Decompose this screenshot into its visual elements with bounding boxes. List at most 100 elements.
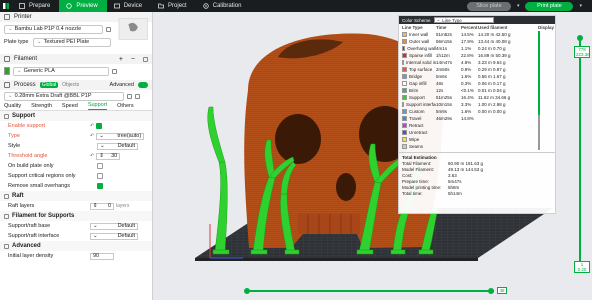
line-type-display-checkbox[interactable] (538, 101, 553, 108)
line-type-display-checkbox[interactable] (538, 73, 553, 80)
line-type-display-checkbox[interactable] (538, 66, 553, 73)
3d-viewport[interactable]: Color Scheme ⌄ Line Type Line Type Time … (153, 12, 592, 300)
line-type-row[interactable]: Retract (399, 122, 555, 129)
filament-settings-icon[interactable] (143, 56, 148, 62)
initial-density-input[interactable]: 90 (90, 252, 114, 260)
line-type-row[interactable]: Outer wall 56m15s 17.9% 13.44 m 40.08 g (399, 38, 555, 45)
line-type-row[interactable]: Brim 12s <0.1% 0.01 m 0.04 g (399, 87, 555, 94)
support-base-option: Support/raft base ⌄ Default (0, 221, 152, 231)
support-type-select[interactable]: ⌄ tree(auto) (96, 132, 145, 140)
line-type-row[interactable]: Travel 46m29s 14.8% (399, 115, 555, 122)
enable-support-checkbox[interactable] (96, 123, 103, 129)
process-preset-select[interactable]: ⌄ 0.28mm Extra Draft @BBL P1P (4, 91, 124, 101)
slice-dropdown-icon[interactable]: ▾ (517, 3, 520, 9)
tab-calibration[interactable]: Calibration (196, 0, 251, 12)
line-type-percent: 0.3% (461, 81, 472, 86)
line-type-display-checkbox[interactable] (538, 45, 553, 52)
line-type-name: Sparse infill (402, 53, 436, 58)
support-style-value: Default (117, 143, 135, 149)
line-type-display-checkbox[interactable] (538, 59, 553, 66)
line-type-display-checkbox[interactable] (538, 94, 553, 101)
line-type-display-checkbox[interactable] (538, 52, 553, 59)
line-type-row[interactable]: Gap infill 48s 0.3% 0.06 m 0.17 g (399, 80, 555, 87)
filament-select[interactable]: ⌄ Generic PLA (13, 66, 109, 76)
tab-preview[interactable]: Preview (59, 0, 107, 12)
line-type-display-checkbox[interactable] (538, 80, 553, 87)
add-filament-icon[interactable]: + (119, 56, 123, 63)
line-type-display-checkbox[interactable] (538, 143, 553, 150)
line-type-row[interactable]: Overhang wall 4m1s 1.1% 0.24 m 0.70 g (399, 45, 555, 52)
line-type-row[interactable]: Sparse infill 1h12m 22.8% 16.89 m 50.39 g (399, 52, 555, 59)
tab-quality[interactable]: Quality (4, 103, 21, 109)
support-base-value: Default (117, 223, 135, 229)
line-type-row[interactable]: Support 51m25s 16.4% 11.62 m 34.66 g (399, 94, 555, 101)
process-edit-icon[interactable] (135, 93, 140, 99)
line-type-display-checkbox[interactable] (538, 38, 553, 45)
filament-edit-icon[interactable] (112, 68, 117, 74)
color-scheme-rows: Inner wall 51m52s 14.5% 14.20 m 42.50 g Oute… (399, 31, 555, 150)
process-objects-toggle[interactable]: Objects (62, 82, 79, 88)
line-type-row[interactable]: Bridge 5m6s 1.6% 0.56 m 1.67 g (399, 73, 555, 80)
print-plate-button[interactable]: Print plate (525, 1, 574, 11)
reset-icon[interactable]: ↶ (90, 123, 94, 129)
layer-slider-top-handle[interactable] (577, 35, 583, 41)
line-type-row[interactable]: Top surface 2m50s 0.9% 0.29 m 0.87 g (399, 66, 555, 73)
plate-type-select[interactable]: ⌄ Textured PEI Plate (33, 37, 111, 47)
line-type-swatch (402, 74, 407, 79)
filament-color-swatch[interactable] (4, 67, 10, 75)
line-type-row[interactable]: Internal solid infill14m47s 4.8% 3.23 m 9.… (399, 59, 555, 66)
tab-project[interactable]: Project (151, 0, 196, 12)
spin-icon: ⇕ (99, 153, 104, 159)
critical-regions-checkbox[interactable] (97, 173, 103, 179)
on-build-plate-checkbox[interactable] (97, 163, 103, 169)
filament-supports-icon (4, 213, 9, 219)
support-style-select[interactable]: ⌄ Default (97, 142, 138, 150)
process-global-toggle[interactable]: Global (39, 82, 59, 88)
printer-select[interactable]: ⌄ Bambu Lab P1P 0.4 nozzle (4, 24, 103, 34)
line-type-row[interactable]: Unretract (399, 129, 555, 136)
print-dropdown-icon[interactable]: ▾ (579, 3, 582, 9)
line-type-display-checkbox[interactable] (538, 115, 553, 122)
reset-icon[interactable]: ↶ (90, 153, 94, 159)
line-type-row[interactable]: Inner wall 51m52s 14.5% 14.20 m 42.50 g (399, 31, 555, 38)
line-type-display-checkbox[interactable] (538, 122, 553, 129)
raft-layers-input[interactable]: ⇕ 0 (90, 202, 114, 210)
line-type-display-checkbox[interactable] (538, 108, 553, 115)
line-type-row[interactable]: Wipe (399, 136, 555, 143)
line-type-row[interactable]: Support interface10m15s 3.3% 1.00 m 2.98 g (399, 101, 555, 108)
line-type-row[interactable]: Custom 5m9s 1.6% 0.00 m 0.00 g (399, 108, 555, 115)
tab-prepare[interactable]: Prepare (12, 0, 59, 12)
line-type-display-checkbox[interactable] (538, 136, 553, 143)
line-type-display-checkbox[interactable] (538, 87, 553, 94)
move-slider[interactable] (244, 288, 494, 294)
slice-plate-button[interactable]: Slice plate (466, 1, 511, 11)
line-type-swatch (402, 137, 407, 142)
line-type-row[interactable]: Seams (399, 143, 555, 150)
tab-strength[interactable]: Strength (31, 103, 52, 109)
printer-settings-icon[interactable] (105, 26, 111, 32)
process-save-icon[interactable] (127, 93, 132, 99)
remove-overhangs-checkbox[interactable] (97, 183, 103, 189)
threshold-angle-input[interactable]: ⇕ 30 (96, 152, 121, 160)
line-type-name: Custom (402, 109, 436, 114)
move-slider-start-handle[interactable] (244, 288, 250, 294)
support-interface-option: Support/raft interface ⌄ Default (0, 231, 152, 241)
line-type-time: 14m47s (436, 60, 453, 65)
tab-support[interactable]: Support (87, 102, 108, 110)
support-base-select[interactable]: ⌄ Default (90, 222, 138, 230)
color-scheme-select[interactable]: ⌄ Line Type (433, 17, 494, 23)
support-type-option: Type ↶ ⌄ tree(auto) (0, 131, 152, 141)
layer-slider[interactable] (577, 35, 583, 272)
advanced-toggle[interactable] (138, 82, 148, 88)
support-interface-select[interactable]: ⌄ Default (90, 232, 138, 240)
line-type-display-checkbox[interactable] (538, 129, 553, 136)
reset-icon[interactable]: ↶ (90, 133, 94, 139)
line-type-percent: 14.5% (461, 32, 474, 37)
tab-speed[interactable]: Speed (62, 103, 78, 109)
line-type-display-checkbox[interactable] (538, 31, 553, 38)
tab-device[interactable]: Device (107, 0, 151, 12)
move-slider-end-handle[interactable] (488, 288, 494, 294)
tab-others[interactable]: Others (117, 103, 134, 109)
remove-filament-icon[interactable]: − (131, 56, 135, 63)
line-type-label: Support interface (406, 102, 436, 107)
